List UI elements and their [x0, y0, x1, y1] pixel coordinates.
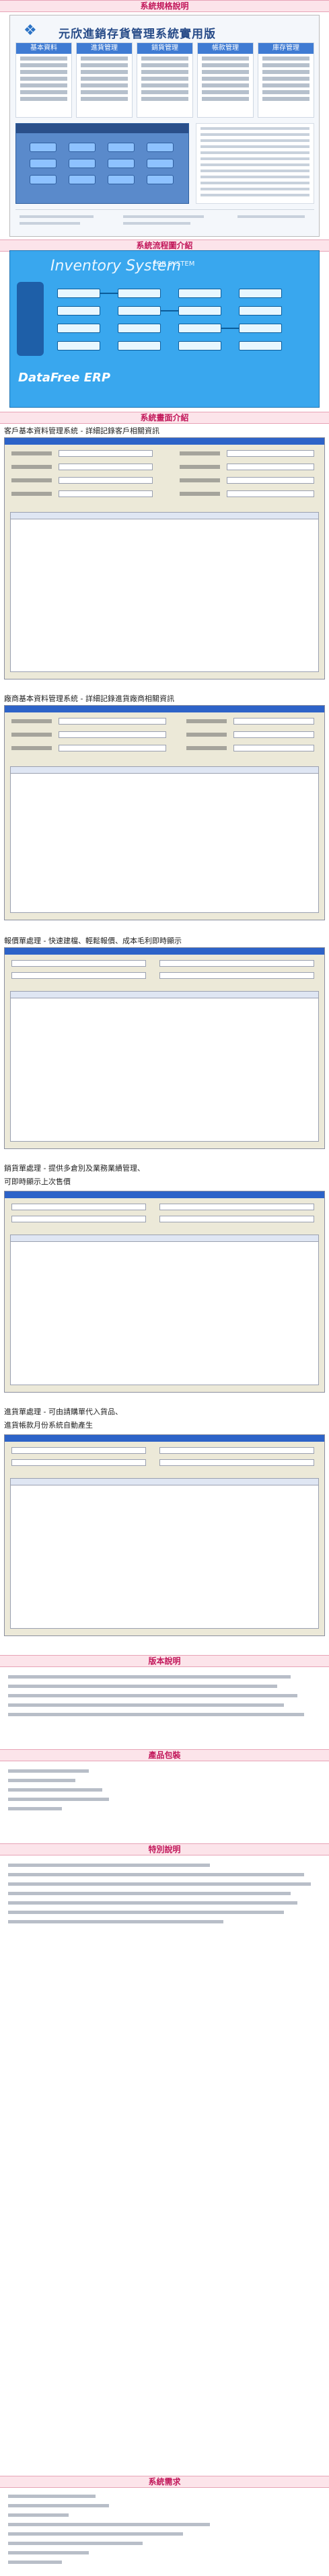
screen-caption-line2: 可即時顯示上次售價 — [4, 1177, 71, 1186]
list-item — [4, 1776, 325, 1786]
module-header: 帳款管理 — [198, 43, 253, 54]
list-item — [4, 1908, 325, 1917]
module-column: 庫存管理 — [258, 42, 314, 118]
list-item — [4, 1710, 325, 1720]
module-header: 基本資料 — [16, 43, 71, 54]
product-box-panel: ❖ 元欣進銷存貨管理系統實用版 基本資料 進貨管理 銷貨管理 帳款管理 庫存管理 — [9, 15, 320, 237]
list-item — [4, 1880, 325, 1889]
feature-text-panel — [196, 123, 314, 204]
screen-caption: 客戶基本資料管理系統 - 詳細記錄客戶相關資訊 — [4, 427, 159, 435]
flow-subtitle: ERP SYSTEM — [153, 260, 195, 268]
customer-form-screenshot — [4, 437, 325, 679]
purchase-form-screenshot — [4, 1434, 325, 1636]
module-header: 進貨管理 — [77, 43, 132, 54]
sysreq-list — [4, 2492, 325, 2567]
list-item — [4, 2501, 325, 2511]
module-header: 庫存管理 — [258, 43, 314, 54]
module-column: 進貨管理 — [76, 42, 133, 118]
module-column: 銷貨管理 — [137, 42, 193, 118]
flow-brand: DataFree ERP — [18, 371, 111, 385]
list-item — [4, 1701, 325, 1710]
list-item — [4, 2548, 325, 2558]
list-item — [4, 1682, 325, 1691]
list-item — [4, 1917, 325, 1927]
list-item — [4, 2530, 325, 2539]
vendor-form-screenshot — [4, 705, 325, 920]
section-banner-sysreq: 系統需求 — [0, 2476, 329, 2488]
version-list — [4, 1672, 325, 1720]
contents-list — [4, 1767, 325, 1814]
screen-caption-line2: 進貨帳款月份系統自動產生 — [4, 1421, 93, 1430]
list-item — [4, 1672, 325, 1682]
list-item — [4, 2539, 325, 2548]
module-header: 銷貨管理 — [137, 43, 192, 54]
list-item — [4, 1804, 325, 1814]
list-item — [4, 2520, 325, 2530]
product-title: 元欣進銷存貨管理系統實用版 — [59, 28, 216, 41]
list-item — [4, 1870, 325, 1880]
section-banner-notice: 特別說明 — [0, 1843, 329, 1855]
module-columns: 基本資料 進貨管理 銷貨管理 帳款管理 庫存管理 — [15, 42, 314, 118]
list-item — [4, 1786, 325, 1795]
product-box-footer — [15, 209, 314, 232]
screen-caption: 廠商基本資料管理系統 - 詳細記錄進貨廠商相關資訊 — [4, 694, 174, 703]
notice-list — [4, 1861, 325, 1927]
list-item — [4, 1899, 325, 1908]
product-logo-icon: ❖ — [24, 22, 37, 39]
section-banner-contents: 產品包裝 — [0, 1749, 329, 1761]
list-item — [4, 1691, 325, 1701]
list-item — [4, 2511, 325, 2520]
flow-diagram: Inventory System ERP SYSTEM DataFree ERP — [9, 250, 320, 408]
list-item — [4, 2492, 325, 2501]
section-banner-spec: 系統規格說明 — [0, 0, 329, 12]
module-column: 基本資料 — [15, 42, 72, 118]
section-banner-version: 版本說明 — [0, 1655, 329, 1667]
product-screenshot — [15, 123, 189, 204]
list-item — [4, 1795, 325, 1804]
screen-caption: 進貨單處理 - 可由請購單代入貨品、 — [4, 1407, 122, 1416]
screen-caption: 報價單處理 - 快速建檔、輕鬆報價、成本毛利即時顯示 — [4, 936, 182, 945]
quote-form-screenshot — [4, 947, 325, 1149]
list-item — [4, 2558, 325, 2567]
list-item — [4, 1767, 325, 1776]
section-banner-screens: 系統畫面介紹 — [0, 412, 329, 424]
screen-caption: 銷貨單處理 - 提供多倉別及業務業績管理、 — [4, 1164, 145, 1173]
module-column: 帳款管理 — [197, 42, 254, 118]
list-item — [4, 1889, 325, 1899]
list-item — [4, 1861, 325, 1870]
sales-form-screenshot — [4, 1191, 325, 1393]
